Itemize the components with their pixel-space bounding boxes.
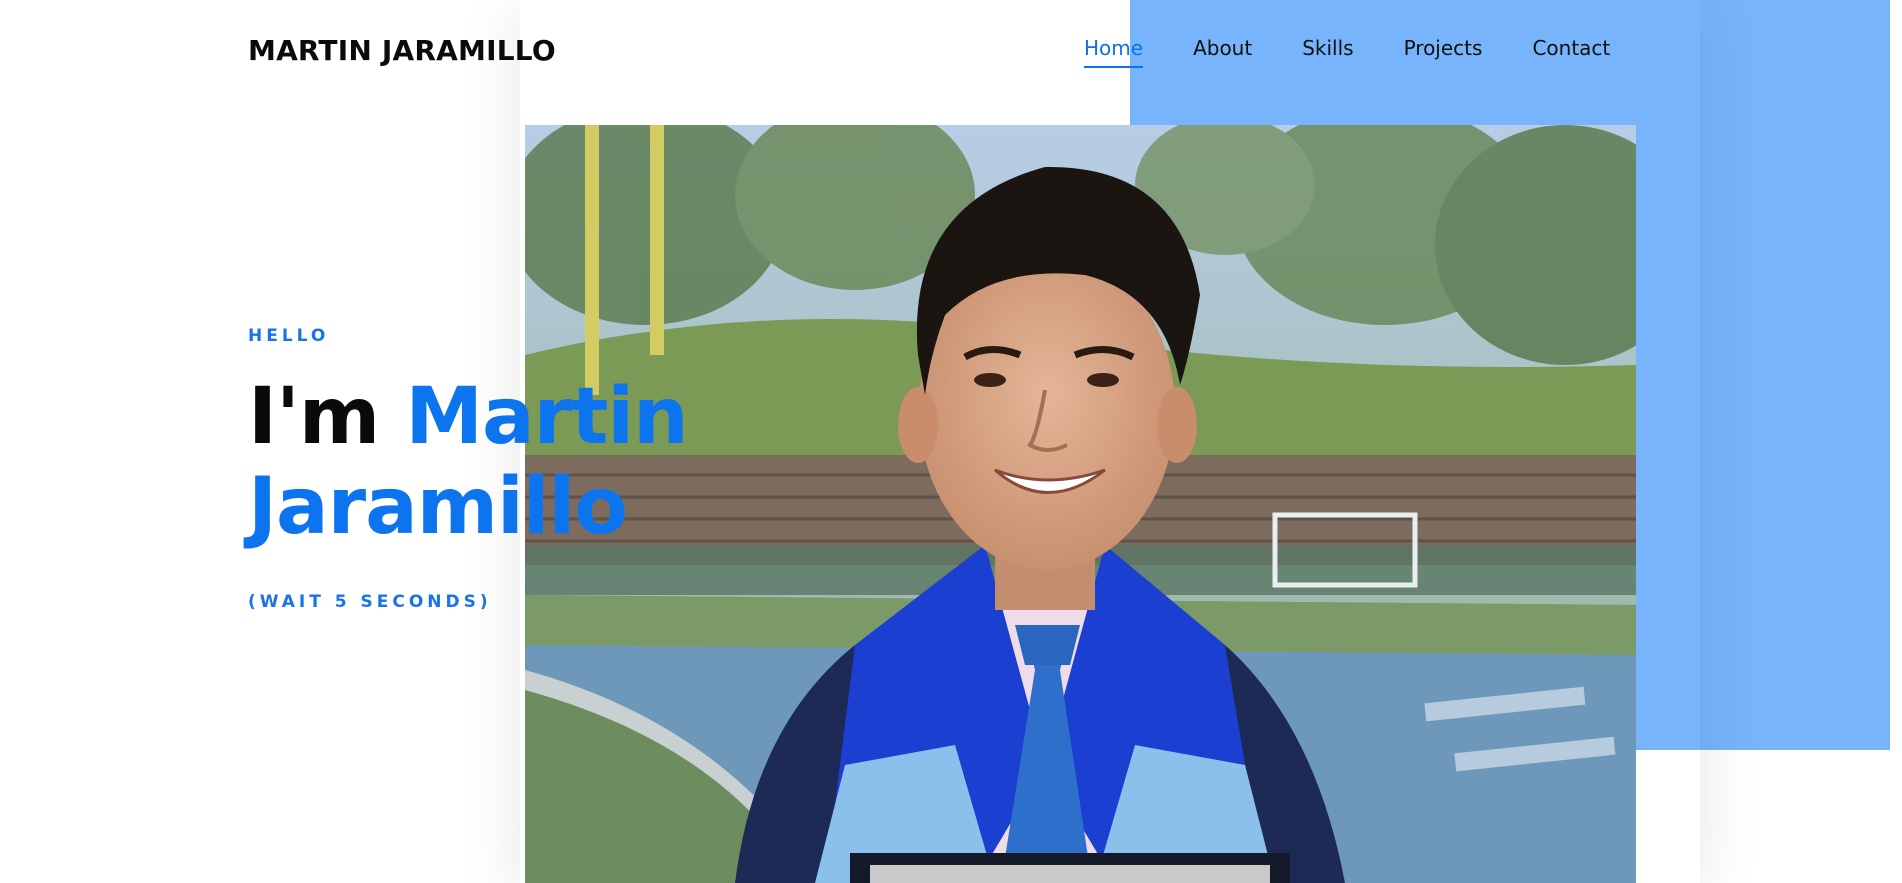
hero-greeting: HELLO (248, 326, 330, 346)
nav-home[interactable]: Home (1084, 36, 1144, 68)
hero-headline: I'm Martin Jaramillo (248, 372, 948, 552)
nav-projects[interactable]: Projects (1404, 36, 1483, 68)
nav-about[interactable]: About (1193, 36, 1252, 68)
headline-prefix: I'm (248, 372, 406, 462)
headline-last-name: Jaramillo (248, 462, 628, 552)
main-nav: Home About Skills Projects Contact (1084, 36, 1610, 68)
nav-skills[interactable]: Skills (1302, 36, 1353, 68)
site-logo[interactable]: MARTIN JARAMILLO (248, 34, 556, 67)
nav-contact[interactable]: Contact (1532, 36, 1610, 68)
hero-hint: (WAIT 5 SECONDS) (248, 592, 492, 612)
site-header: MARTIN JARAMILLO Home About Skills Proje… (0, 0, 1902, 100)
headline-first-name: Martin (405, 372, 688, 462)
